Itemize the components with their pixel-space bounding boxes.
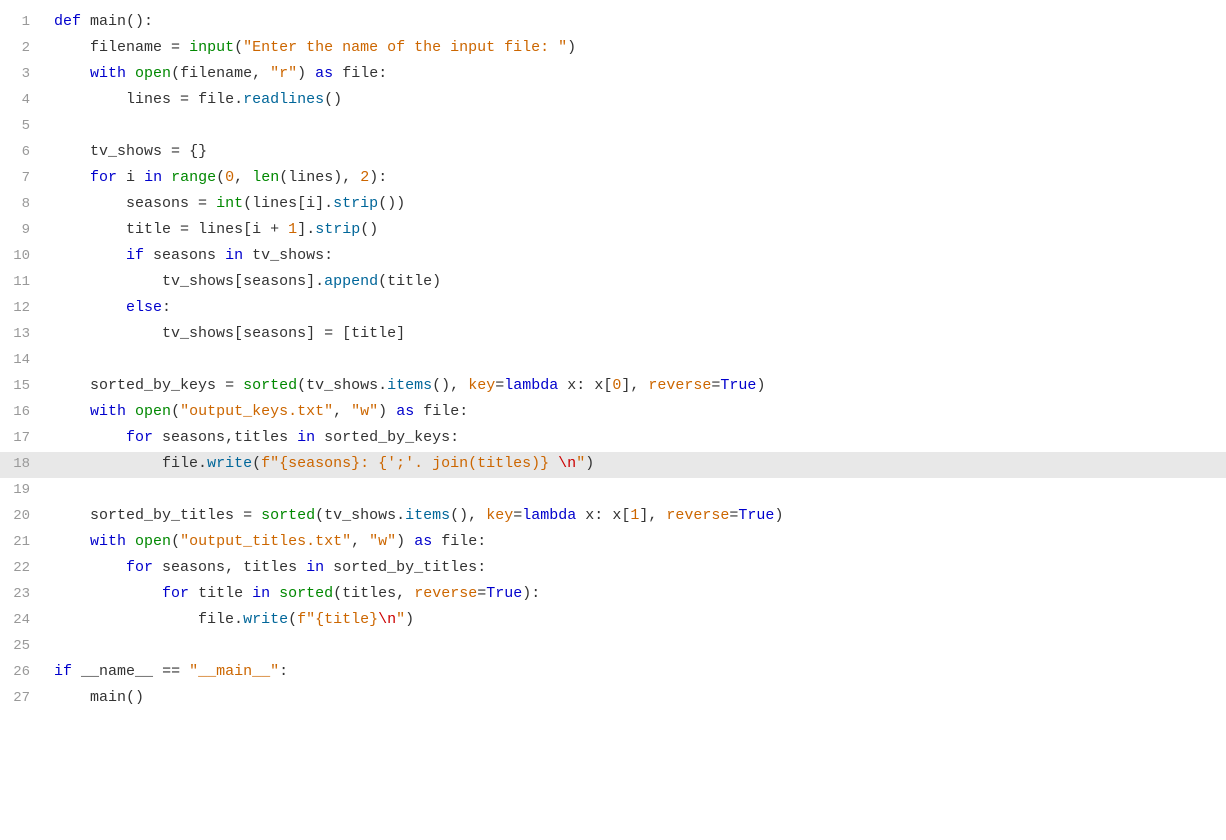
line-num-27: 27 bbox=[0, 687, 30, 709]
code-line-2: 2 filename = input("Enter the name of th… bbox=[0, 36, 1226, 62]
code-line-11: 11 tv_shows[seasons].append(title) bbox=[0, 270, 1226, 296]
line-num-22: 22 bbox=[0, 557, 30, 579]
line-content-17: for seasons,titles in sorted_by_keys: bbox=[54, 426, 459, 450]
line-content-23: for title in sorted(titles, reverse=True… bbox=[54, 582, 540, 606]
code-line-25: 25 bbox=[0, 634, 1226, 660]
line-num-12: 12 bbox=[0, 297, 30, 319]
line-content-10: if seasons in tv_shows: bbox=[54, 244, 333, 268]
code-line-23: 23 for title in sorted(titles, reverse=T… bbox=[0, 582, 1226, 608]
line-num-19: 19 bbox=[0, 479, 30, 501]
line-content-4: lines = file.readlines() bbox=[54, 88, 342, 112]
line-num-16: 16 bbox=[0, 401, 30, 423]
line-content-22: for seasons, titles in sorted_by_titles: bbox=[54, 556, 486, 580]
code-line-7: 7 for i in range(0, len(lines), 2): bbox=[0, 166, 1226, 192]
code-line-16: 16 with open("output_keys.txt", "w") as … bbox=[0, 400, 1226, 426]
line-num-25: 25 bbox=[0, 635, 30, 657]
line-content-1: def main(): bbox=[54, 10, 153, 34]
line-num-10: 10 bbox=[0, 245, 30, 267]
line-num-13: 13 bbox=[0, 323, 30, 345]
code-line-27: 27 main() bbox=[0, 686, 1226, 712]
line-content-26: if __name__ == "__main__": bbox=[54, 660, 288, 684]
code-line-26: 26 if __name__ == "__main__": bbox=[0, 660, 1226, 686]
line-num-6: 6 bbox=[0, 141, 30, 163]
code-line-6: 6 tv_shows = {} bbox=[0, 140, 1226, 166]
line-content-24: file.write(f"{title}\n") bbox=[54, 608, 414, 632]
line-content-2: filename = input("Enter the name of the … bbox=[54, 36, 576, 60]
code-line-20: 20 sorted_by_titles = sorted(tv_shows.it… bbox=[0, 504, 1226, 530]
code-line-3: 3 with open(filename, "r") as file: bbox=[0, 62, 1226, 88]
code-editor: 1 def main(): 2 filename = input("Enter … bbox=[0, 0, 1226, 840]
code-line-22: 22 for seasons, titles in sorted_by_titl… bbox=[0, 556, 1226, 582]
line-num-15: 15 bbox=[0, 375, 30, 397]
line-num-7: 7 bbox=[0, 167, 30, 189]
code-line-12: 12 else: bbox=[0, 296, 1226, 322]
line-content-13: tv_shows[seasons] = [title] bbox=[54, 322, 405, 346]
line-content-19 bbox=[54, 478, 63, 502]
line-num-8: 8 bbox=[0, 193, 30, 215]
line-num-4: 4 bbox=[0, 89, 30, 111]
code-line-1: 1 def main(): bbox=[0, 10, 1226, 36]
line-num-2: 2 bbox=[0, 37, 30, 59]
line-num-24: 24 bbox=[0, 609, 30, 631]
line-content-27: main() bbox=[54, 686, 144, 710]
line-num-18: 18 bbox=[0, 453, 30, 475]
code-line-15: 15 sorted_by_keys = sorted(tv_shows.item… bbox=[0, 374, 1226, 400]
code-line-8: 8 seasons = int(lines[i].strip()) bbox=[0, 192, 1226, 218]
line-num-23: 23 bbox=[0, 583, 30, 605]
line-num-3: 3 bbox=[0, 63, 30, 85]
line-content-21: with open("output_titles.txt", "w") as f… bbox=[54, 530, 486, 554]
line-content-12: else: bbox=[54, 296, 171, 320]
line-content-8: seasons = int(lines[i].strip()) bbox=[54, 192, 405, 216]
code-line-14: 14 bbox=[0, 348, 1226, 374]
line-num-5: 5 bbox=[0, 115, 30, 137]
line-num-1: 1 bbox=[0, 11, 30, 33]
code-line-4: 4 lines = file.readlines() bbox=[0, 88, 1226, 114]
line-num-9: 9 bbox=[0, 219, 30, 241]
line-num-17: 17 bbox=[0, 427, 30, 449]
code-line-13: 13 tv_shows[seasons] = [title] bbox=[0, 322, 1226, 348]
line-content-3: with open(filename, "r") as file: bbox=[54, 62, 387, 86]
line-num-11: 11 bbox=[0, 271, 30, 293]
code-line-19: 19 bbox=[0, 478, 1226, 504]
line-num-26: 26 bbox=[0, 661, 30, 683]
line-content-16: with open("output_keys.txt", "w") as fil… bbox=[54, 400, 468, 424]
line-content-20: sorted_by_titles = sorted(tv_shows.items… bbox=[54, 504, 783, 528]
line-content-25 bbox=[54, 634, 63, 658]
code-line-9: 9 title = lines[i + 1].strip() bbox=[0, 218, 1226, 244]
line-content-18: file.write(f"{seasons}: {';'. join(title… bbox=[54, 452, 594, 476]
line-num-20: 20 bbox=[0, 505, 30, 527]
code-line-17: 17 for seasons,titles in sorted_by_keys: bbox=[0, 426, 1226, 452]
code-line-18: 18 file.write(f"{seasons}: {';'. join(ti… bbox=[0, 452, 1226, 478]
code-line-10: 10 if seasons in tv_shows: bbox=[0, 244, 1226, 270]
line-content-15: sorted_by_keys = sorted(tv_shows.items()… bbox=[54, 374, 765, 398]
line-content-7: for i in range(0, len(lines), 2): bbox=[54, 166, 387, 190]
line-content-9: title = lines[i + 1].strip() bbox=[54, 218, 378, 242]
line-content-11: tv_shows[seasons].append(title) bbox=[54, 270, 441, 294]
line-num-14: 14 bbox=[0, 349, 30, 371]
code-line-24: 24 file.write(f"{title}\n") bbox=[0, 608, 1226, 634]
code-line-21: 21 with open("output_titles.txt", "w") a… bbox=[0, 530, 1226, 556]
line-content-5 bbox=[54, 114, 63, 138]
line-content-6: tv_shows = {} bbox=[54, 140, 207, 164]
code-line-5: 5 bbox=[0, 114, 1226, 140]
line-num-21: 21 bbox=[0, 531, 30, 553]
line-content-14 bbox=[54, 348, 63, 372]
